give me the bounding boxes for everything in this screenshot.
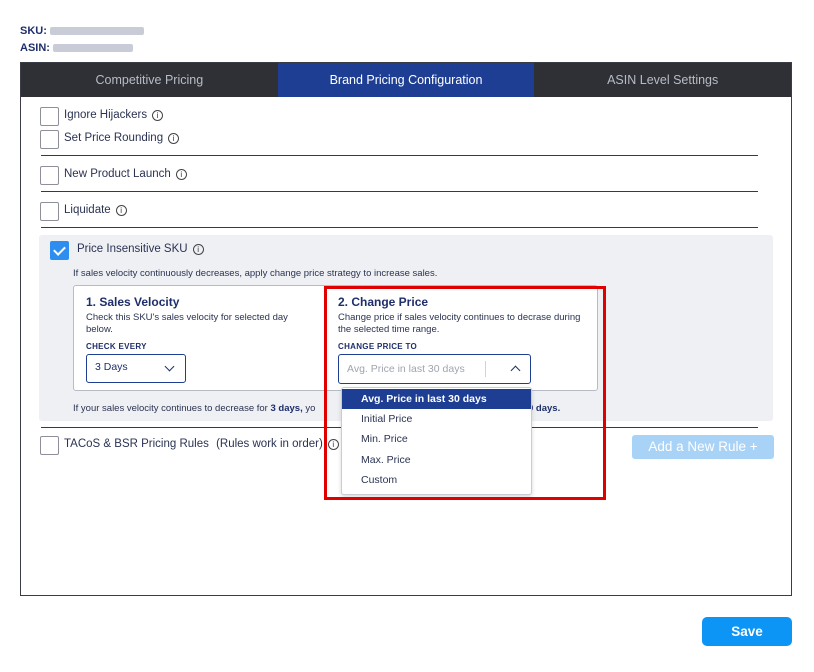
- info-icon[interactable]: i: [192, 244, 204, 255]
- divider: [41, 227, 758, 228]
- tab-competitive-pricing[interactable]: Competitive Pricing: [21, 63, 278, 97]
- footnote-days: 3 days,: [270, 403, 303, 414]
- price-insensitive-checkbox[interactable]: [50, 241, 69, 260]
- asin-value-redacted: [52, 44, 133, 53]
- price-insensitive-footnote: If your sales velocity continues to decr…: [73, 403, 315, 414]
- ignore-hijackers-option: Ignore Hijackers i: [64, 109, 164, 121]
- add-new-rule-button[interactable]: Add a New Rule +: [632, 435, 774, 459]
- tacos-bsr-checkbox[interactable]: [40, 436, 59, 455]
- footnote-prefix: If your sales velocity continues to decr…: [73, 403, 268, 414]
- annotation-highlight-box: [324, 286, 606, 500]
- sales-velocity-title: 1. Sales Velocity: [86, 295, 180, 309]
- divider: [41, 191, 758, 192]
- info-icon[interactable]: i: [152, 110, 164, 121]
- new-product-launch-option: New Product Launch i: [64, 168, 187, 180]
- new-product-launch-checkbox[interactable]: [40, 166, 59, 185]
- sku-meta: SKU:: [20, 25, 144, 37]
- info-icon[interactable]: i: [175, 169, 187, 180]
- ignore-hijackers-label: Ignore Hijackers: [64, 109, 148, 121]
- chevron-down-icon: [164, 361, 175, 372]
- set-price-rounding-label: Set Price Rounding: [64, 132, 164, 144]
- info-icon[interactable]: i: [115, 205, 127, 216]
- liquidate-checkbox[interactable]: [40, 202, 59, 221]
- set-price-rounding-option: Set Price Rounding i: [64, 132, 180, 144]
- tab-asin-level-settings[interactable]: ASIN Level Settings: [534, 63, 791, 97]
- liquidate-option: Liquidate i: [64, 204, 127, 216]
- check-every-select[interactable]: 3 Days: [86, 354, 186, 383]
- check-every-value: 3 Days: [95, 361, 128, 373]
- divider: [41, 155, 758, 156]
- footnote-tail: yo: [305, 403, 316, 414]
- info-icon[interactable]: i: [168, 133, 180, 144]
- tab-bar: Competitive Pricing Brand Pricing Config…: [21, 63, 791, 97]
- tab-brand-pricing-configuration[interactable]: Brand Pricing Configuration: [277, 63, 535, 97]
- tacos-bsr-sublabel: (Rules work in order): [216, 438, 323, 450]
- save-button[interactable]: Save: [702, 617, 792, 646]
- tacos-bsr-label: TACoS & BSR Pricing Rules: [64, 438, 209, 450]
- tacos-bsr-option: TACoS & BSR Pricing Rules (Rules work in…: [64, 438, 339, 450]
- sku-value-redacted: [49, 27, 144, 36]
- price-insensitive-label: Price Insensitive SKU: [77, 243, 188, 255]
- liquidate-label: Liquidate: [64, 204, 111, 216]
- asin-meta: ASIN:: [20, 42, 133, 54]
- ignore-hijackers-checkbox[interactable]: [40, 107, 59, 126]
- sku-label: SKU:: [20, 25, 47, 37]
- sales-velocity-description: Check this SKU's sales velocity for sele…: [86, 312, 288, 335]
- price-insensitive-description: If sales velocity continuously decreases…: [73, 268, 438, 279]
- new-product-launch-label: New Product Launch: [64, 168, 171, 180]
- price-insensitive-option: Price Insensitive SKU i: [77, 243, 204, 255]
- check-every-label: CHECK EVERY: [86, 342, 147, 351]
- set-price-rounding-checkbox[interactable]: [40, 130, 59, 149]
- asin-label: ASIN:: [20, 42, 50, 54]
